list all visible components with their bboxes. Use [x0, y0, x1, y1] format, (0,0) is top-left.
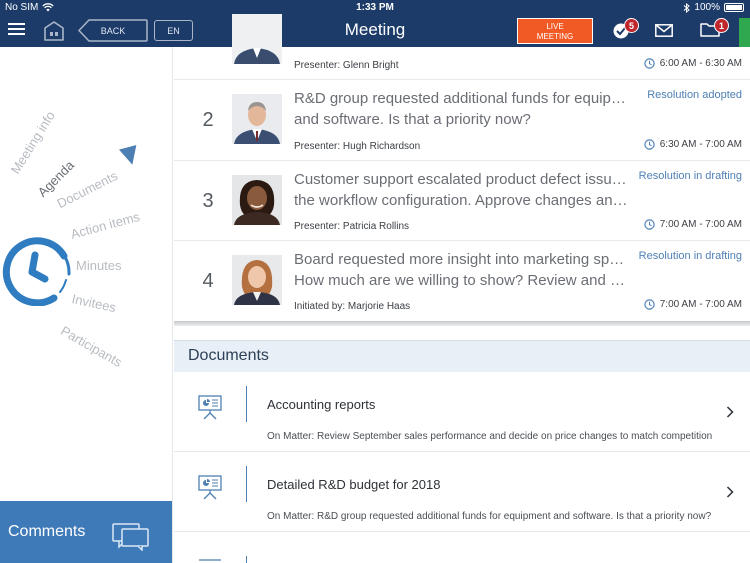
page-title: Meeting [344, 20, 406, 39]
presenter-photo [232, 14, 282, 64]
agenda-title: Customer support escalated product defec… [294, 169, 629, 211]
document-matter: On Matter: Review September sales perfor… [267, 431, 713, 442]
clock-icon [644, 299, 655, 310]
document-item[interactable] [174, 532, 750, 563]
agenda-title-line: and software. Is that a priority now? [294, 111, 531, 128]
document-matter: On Matter: R&D group requested additiona… [267, 511, 712, 522]
language-button[interactable]: EN [154, 20, 193, 41]
battery-icon [724, 3, 744, 12]
wheel-item-invitees[interactable]: Invitees [70, 291, 117, 315]
home-icon[interactable] [42, 20, 66, 42]
clock-icon [644, 58, 655, 69]
agenda-time-text: 7:00 AM - 7:00 AM [659, 219, 742, 230]
document-item[interactable]: Accounting reports On Matter: Review Sep… [174, 372, 750, 473]
presentation-icon [199, 559, 221, 561]
document-divider [246, 466, 247, 502]
agenda-item[interactable]: 2 R&D group requested additional funds f… [174, 80, 750, 161]
agenda-title-line: the workflow configuration. Approve chan… [294, 192, 629, 209]
agenda-presenter: Presenter: Hugh Richardson [294, 141, 421, 152]
agenda-item[interactable]: 4 Board requested more insight into mark… [174, 241, 750, 321]
hamburger-menu-icon[interactable] [8, 23, 25, 36]
agenda-list: Presenter: Glenn Bright 6:00 AM - 6:30 A… [174, 14, 750, 324]
document-divider [246, 386, 247, 422]
wheel-item-meeting-info[interactable]: Meeting info [8, 108, 58, 176]
agenda-number: 2 [202, 109, 214, 131]
agenda-presenter: Presenter: Patricia Rollins [294, 221, 410, 232]
agenda-time-text: 6:30 AM - 7:00 AM [659, 139, 742, 150]
agenda-presenter: Presenter: Glenn Bright [294, 60, 399, 71]
live-meeting-label: LIVE MEETING [536, 22, 574, 41]
live-meeting-button[interactable]: LIVE MEETING [517, 18, 593, 44]
agenda-time-text: 7:00 AM - 7:00 AM [659, 299, 742, 310]
back-button[interactable]: BACK [79, 20, 147, 41]
status-time: 1:33 PM [356, 2, 394, 13]
agenda-time: 7:00 AM - 7:00 AM [644, 299, 742, 310]
wheel-pointer-icon [118, 144, 142, 168]
chevron-right-icon[interactable] [726, 406, 734, 418]
presenter-photo [232, 175, 282, 225]
agenda-number: 3 [202, 190, 214, 212]
document-title: Detailed R&D budget for 2018 [267, 477, 441, 492]
document-item[interactable]: Detailed R&D budget for 2018 On Matter: … [174, 452, 750, 555]
agenda-time: 6:30 AM - 7:00 AM [644, 139, 742, 150]
nav-bar: No SIM 1:33 PM 100% BACK EN Meeting LIVE… [0, 0, 750, 47]
navigation-wheel-panel: Meeting info Agenda Documents Action ite… [0, 47, 173, 563]
clock-logo-icon[interactable] [2, 236, 72, 306]
meeting-screen: No SIM 1:33 PM 100% BACK EN Meeting LIVE… [0, 0, 750, 563]
wheel-item-minutes[interactable]: Minutes [76, 258, 122, 273]
bluetooth-icon [684, 2, 691, 13]
presenter-photo [232, 255, 282, 305]
agenda-number: 4 [202, 270, 214, 292]
agenda-presenter: Initiated by: Marjorie Haas [294, 301, 411, 312]
agenda-status: Resolution in drafting [638, 170, 742, 182]
presentation-icon [198, 395, 222, 420]
document-divider [246, 556, 247, 563]
agenda-time: 7:00 AM - 7:00 AM [644, 219, 742, 230]
agenda-title: Board requested more insight into market… [294, 249, 629, 291]
agenda-time-text: 6:00 AM - 6:30 AM [659, 58, 742, 69]
agenda-title: R&D group requested additional funds for… [294, 88, 629, 130]
folder-badge: 1 [714, 18, 729, 33]
wheel-item-action-items[interactable]: Action items [69, 209, 141, 242]
agenda-item[interactable]: Presenter: Glenn Bright 6:00 AM - 6:30 A… [174, 14, 750, 80]
clock-icon [644, 139, 655, 150]
agenda-time: 6:00 AM - 6:30 AM [644, 58, 742, 69]
battery-percent: 100% [694, 2, 720, 13]
tasks-badge: 5 [624, 18, 639, 33]
comments-icon [112, 523, 149, 551]
agenda-item[interactable]: 3 Customer support escalated product def… [174, 161, 750, 241]
agenda-title-line: R&D group requested additional funds for… [294, 90, 629, 107]
document-title: Accounting reports [267, 397, 376, 412]
wheel-item-participants[interactable]: Participants [58, 323, 124, 370]
clock-icon [644, 219, 655, 230]
agenda-title-line: How much are we willing to show? Review … [294, 272, 629, 289]
presenter-photo [232, 94, 282, 144]
agenda-title-line: Board requested more insight into market… [294, 251, 629, 268]
comments-label: Comments [8, 523, 86, 540]
agenda-status: Resolution adopted [647, 89, 742, 101]
mail-icon[interactable] [655, 24, 673, 37]
side-tab[interactable] [739, 18, 750, 47]
chevron-right-icon[interactable] [726, 486, 734, 498]
battery-fill [726, 5, 742, 10]
documents-header: Documents [174, 340, 750, 372]
comments-button[interactable]: Comments [0, 501, 172, 563]
agenda-status: Resolution in drafting [638, 250, 742, 262]
presentation-icon [198, 475, 222, 500]
agenda-title-line: Customer support escalated product defec… [294, 171, 629, 188]
documents-title: Documents [188, 347, 269, 364]
status-right-area: 100% [683, 2, 744, 13]
agenda-bottom-edge [174, 321, 750, 326]
